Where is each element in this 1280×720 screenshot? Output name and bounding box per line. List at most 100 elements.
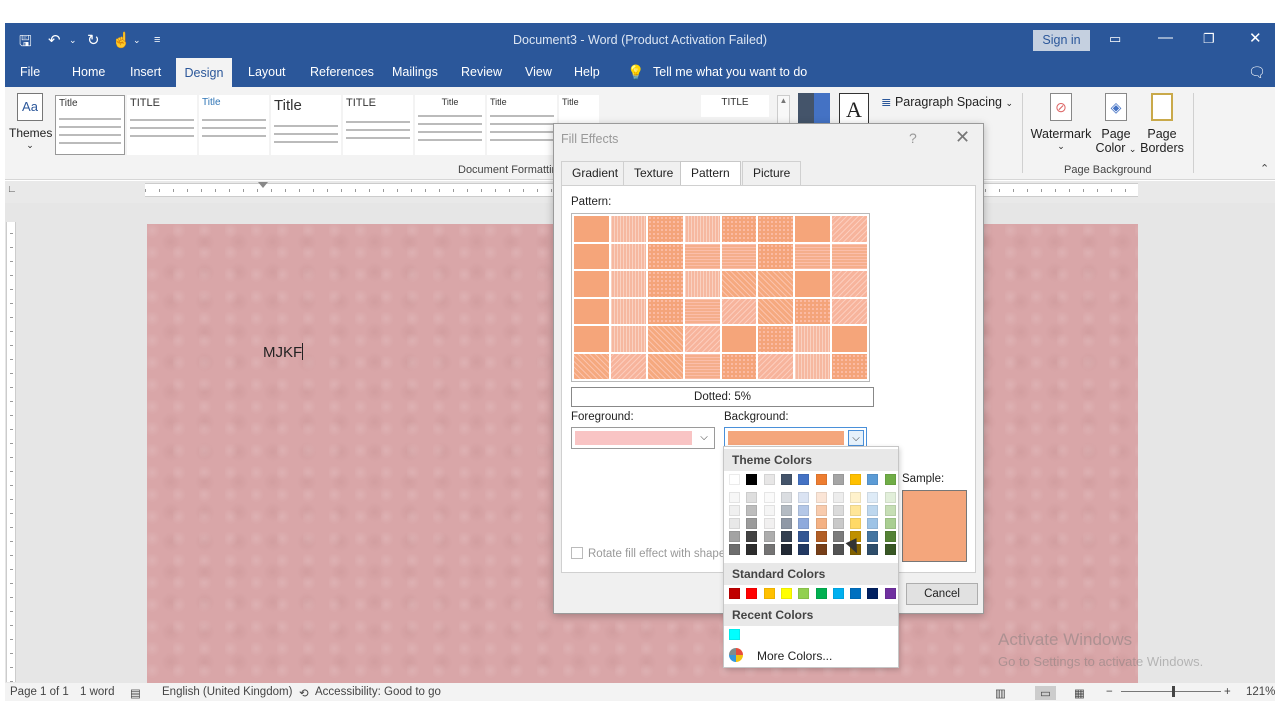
page-count[interactable]: Page 1 of 1 [10, 686, 69, 698]
theme-shade-swatch[interactable] [746, 518, 758, 529]
theme-shade-swatch[interactable] [780, 531, 792, 542]
pattern-swatch[interactable] [758, 271, 794, 297]
pattern-swatch[interactable] [684, 298, 720, 324]
theme-color-swatch[interactable] [884, 474, 896, 485]
theme-shade-swatch[interactable] [763, 492, 775, 503]
standard-color-swatch[interactable] [832, 588, 844, 599]
pattern-swatch[interactable] [647, 353, 683, 379]
pattern-swatch[interactable] [610, 353, 646, 379]
theme-shade-swatch[interactable] [832, 531, 844, 542]
theme-shade-swatch[interactable] [780, 544, 792, 555]
theme-color-swatch[interactable] [832, 474, 844, 485]
theme-shade-swatch[interactable] [780, 505, 792, 516]
word-count[interactable]: 1 word [80, 686, 115, 698]
minimize-icon[interactable]: — [1158, 29, 1173, 46]
accessibility-status[interactable]: Accessibility: Good to go [315, 686, 441, 698]
pattern-swatch[interactable] [684, 353, 720, 379]
chevron-down-icon[interactable]: ⌵ [848, 430, 864, 446]
tab-gradient[interactable]: Gradient [561, 161, 630, 185]
standard-color-swatch[interactable] [884, 588, 896, 599]
tab-selector-icon[interactable]: ∟ [7, 184, 17, 195]
theme-shade-swatch[interactable] [798, 518, 810, 529]
theme-color-swatch[interactable] [815, 474, 827, 485]
theme-shade-swatch[interactable] [815, 518, 827, 529]
proofing-icon[interactable]: ▤ [130, 686, 141, 700]
chevron-down-icon[interactable]: ⌵ [696, 430, 712, 446]
standard-color-swatch[interactable] [815, 588, 827, 599]
ribbon-display-icon[interactable]: ▭ [1109, 31, 1121, 47]
paragraph-spacing-button[interactable]: ≣ Paragraph Spacing ⌄ [881, 94, 1013, 109]
close-icon[interactable]: ✕ [1249, 29, 1262, 47]
pattern-swatch[interactable] [795, 353, 831, 379]
language-status[interactable]: English (United Kingdom) [162, 686, 292, 698]
pattern-swatch[interactable] [684, 326, 720, 352]
theme-color-swatch[interactable] [780, 474, 792, 485]
zoom-in-icon[interactable]: + [1224, 686, 1231, 698]
theme-shade-swatch[interactable] [884, 544, 896, 555]
tab-design[interactable]: Design [176, 58, 232, 87]
style-gallery-item[interactable]: Title [199, 95, 269, 155]
theme-shade-swatch[interactable] [729, 531, 740, 542]
theme-shade-swatch[interactable] [746, 505, 758, 516]
tab-mailings[interactable]: Mailings [392, 58, 438, 87]
theme-shade-swatch[interactable] [763, 505, 775, 516]
pattern-swatch[interactable] [758, 243, 794, 269]
standard-color-swatch[interactable] [780, 588, 792, 599]
style-gallery-item[interactable]: Title [55, 95, 125, 155]
tab-review[interactable]: Review [461, 58, 502, 87]
tab-texture[interactable]: Texture [623, 161, 685, 185]
pattern-swatch[interactable] [832, 216, 867, 242]
sign-in-button[interactable]: Sign in [1033, 30, 1090, 51]
watermark-button[interactable]: ⊘ Watermark ⌄ [1030, 93, 1092, 152]
pattern-swatch[interactable] [610, 216, 646, 242]
pattern-swatch[interactable] [647, 298, 683, 324]
theme-shade-swatch[interactable] [884, 531, 896, 542]
tab-pattern[interactable]: Pattern [680, 161, 741, 186]
style-gallery-item[interactable]: TITLE [127, 95, 197, 155]
pattern-swatch[interactable] [610, 326, 646, 352]
theme-shade-swatch[interactable] [867, 544, 879, 555]
pattern-swatch[interactable] [721, 298, 757, 324]
vertical-ruler[interactable] [6, 222, 16, 682]
page-color-button[interactable]: ◈ Page Color ⌄ [1093, 93, 1139, 155]
page-borders-button[interactable]: Page Borders [1138, 93, 1186, 155]
theme-shade-swatch[interactable] [746, 492, 758, 503]
tab-layout[interactable]: Layout [248, 58, 286, 87]
pattern-swatch[interactable] [795, 271, 831, 297]
pattern-swatch[interactable] [574, 326, 609, 352]
pattern-swatch[interactable] [832, 298, 867, 324]
zoom-out-icon[interactable]: − [1106, 686, 1113, 698]
pattern-swatch[interactable] [795, 298, 831, 324]
indent-marker[interactable] [258, 182, 268, 188]
pattern-swatch[interactable] [647, 271, 683, 297]
theme-shade-swatch[interactable] [763, 531, 775, 542]
theme-shade-swatch[interactable] [832, 492, 844, 503]
pattern-swatch[interactable] [758, 326, 794, 352]
theme-shade-swatch[interactable] [850, 492, 862, 503]
theme-shade-swatch[interactable] [815, 492, 827, 503]
pattern-swatch[interactable] [610, 298, 646, 324]
theme-shade-swatch[interactable] [780, 492, 792, 503]
theme-color-swatch[interactable] [798, 474, 810, 485]
checkbox-box[interactable] [571, 547, 583, 559]
theme-shade-swatch[interactable] [832, 544, 844, 555]
theme-color-swatch[interactable] [763, 474, 775, 485]
zoom-level[interactable]: 121% [1246, 686, 1275, 698]
theme-shade-swatch[interactable] [815, 531, 827, 542]
theme-shade-swatch[interactable] [746, 531, 758, 542]
pattern-swatch[interactable] [832, 243, 867, 269]
pattern-swatch[interactable] [574, 243, 609, 269]
tab-help[interactable]: Help [574, 58, 600, 87]
pattern-swatch[interactable] [832, 353, 867, 379]
pattern-swatch[interactable] [684, 243, 720, 269]
tab-home[interactable]: Home [72, 58, 105, 87]
pattern-swatch[interactable] [721, 353, 757, 379]
style-gallery-item[interactable]: Title [487, 95, 557, 155]
pattern-swatch[interactable] [574, 216, 609, 242]
document-text[interactable]: MJKF [263, 343, 304, 361]
theme-shade-swatch[interactable] [729, 544, 740, 555]
web-layout-icon[interactable]: ▦ [1074, 686, 1085, 700]
colors-button[interactable] [798, 93, 830, 127]
standard-color-swatch[interactable] [867, 588, 879, 599]
theme-shade-swatch[interactable] [763, 544, 775, 555]
